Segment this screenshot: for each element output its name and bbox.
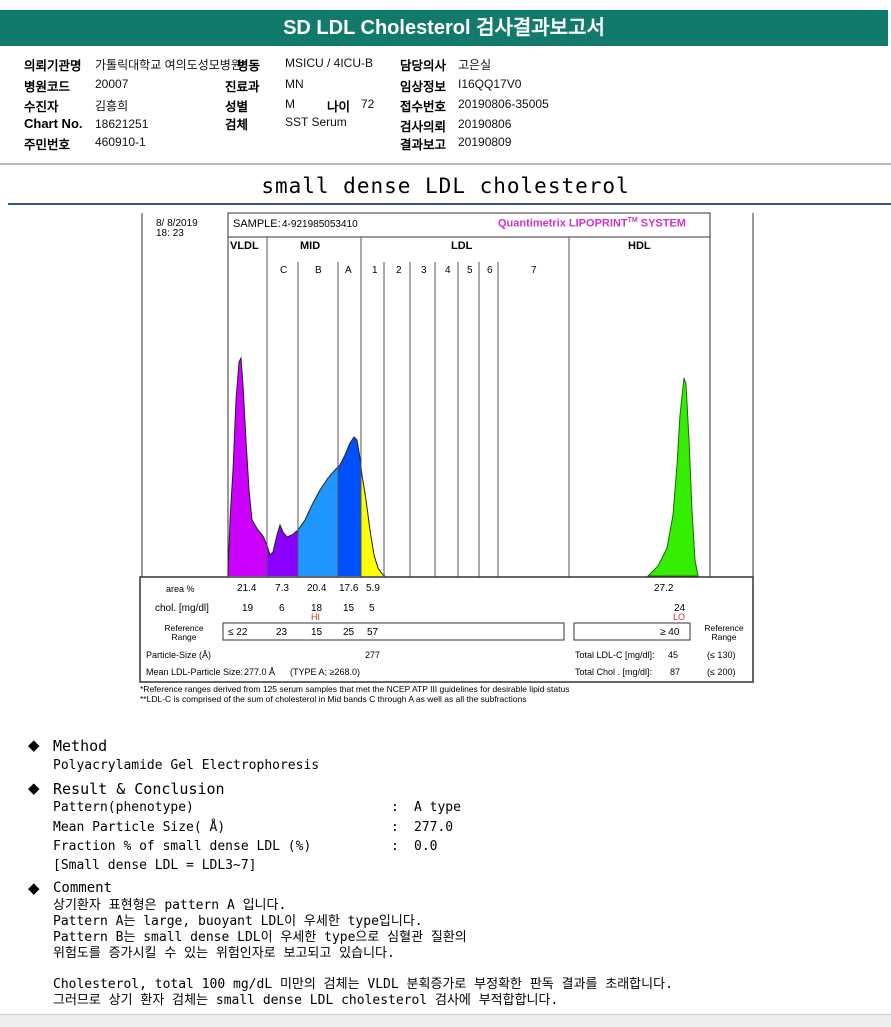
comment-line: 위험도를 증가시킬 수 있는 위험인자로 보고되고 있습니다. <box>53 946 395 961</box>
chol-value: 5 <box>369 603 375 614</box>
chol-value: 6 <box>279 603 285 614</box>
footnote-2: **LDL-C is comprised of the sum of chole… <box>140 694 527 704</box>
ref-label-right: Reference Range <box>704 623 744 642</box>
size-label: Particle-Size (Å) <box>146 650 212 660</box>
mean-type: (TYPE A; ≥268.0) <box>290 667 360 677</box>
comment-line: 그러므로 상기 환자 검체는 small dense LDL cholester… <box>53 993 559 1008</box>
comment-line: Pattern B는 small dense LDL이 우세한 type으로 심… <box>53 930 467 945</box>
result-separator: : <box>391 800 399 815</box>
chol-value: 15 <box>343 603 355 614</box>
ref-label: Reference Range <box>164 623 204 642</box>
area-value: 5.9 <box>366 583 380 594</box>
tchol-value: 87 <box>670 667 681 677</box>
result-value: 277.0 <box>414 819 454 835</box>
chol-label: chol. [mg/dl] <box>155 603 209 614</box>
comment-heading: Comment <box>53 880 113 896</box>
mean-value: 277.0 Å <box>244 667 276 677</box>
footnote-1: *Reference ranges derived from 125 serum… <box>140 684 570 694</box>
ref-value: 57 <box>367 627 379 638</box>
result-separator: : <box>391 819 399 835</box>
ref-value: 25 <box>343 627 355 638</box>
bullet-diamond-icon: ◆ <box>28 879 40 897</box>
area-value: 20.4 <box>307 583 327 594</box>
ldlc-value: 45 <box>668 650 679 660</box>
area-value: 7.3 <box>275 583 289 594</box>
chol-value: 19 <box>242 603 254 614</box>
ref-value: 15 <box>311 627 323 638</box>
comment-line: Cholesterol, total 100 mg/dL 미만의 검체는 VLD… <box>53 977 673 992</box>
result-label: Mean Particle Size( Å) <box>53 819 226 835</box>
ref-hdl: ≥ 40 <box>660 627 680 638</box>
result-label: Fraction % of small dense LDL (%) <box>53 839 312 854</box>
ldlc-ref: (≤ 130) <box>707 650 736 660</box>
method-heading: Method <box>53 737 108 755</box>
flag-lo: LO <box>673 612 686 622</box>
bullet-diamond-icon: ◆ <box>28 779 40 797</box>
method-text: Polyacrylamide Gel Electrophoresis <box>53 758 320 773</box>
ldlc-label: Total LDL-C [mg/dl]: <box>575 650 655 660</box>
result-value: 0.0 <box>414 839 438 854</box>
area-hdl: 27.2 <box>654 583 674 594</box>
tchol-ref: (≤ 200) <box>707 667 736 677</box>
bullet-diamond-icon: ◆ <box>28 736 40 754</box>
mean-label: Mean LDL-Particle Size: <box>146 667 244 677</box>
area-value: 17.6 <box>339 583 359 594</box>
ref-value: ≤ 22 <box>228 627 248 638</box>
results-table-frame <box>139 576 754 683</box>
ref-value: 23 <box>276 627 288 638</box>
area-label: area % <box>166 584 195 594</box>
page-bottom-bar <box>0 1014 891 1027</box>
result-value: A type <box>414 800 461 815</box>
comment-line: Pattern A는 large, buoyant LDL이 우세한 type입… <box>53 914 423 929</box>
flag-hi: HI <box>311 612 320 622</box>
result-heading: Result & Conclusion <box>53 780 225 798</box>
result-separator: : <box>391 839 399 854</box>
size-value: 277 <box>365 650 381 660</box>
result-note: [Small dense LDL = LDL3~7] <box>53 858 257 873</box>
tchol-label: Total Chol . [mg/dl]: <box>575 667 653 677</box>
result-label: Pattern(phenotype) <box>53 800 194 815</box>
area-value: 21.4 <box>237 583 257 594</box>
comment-line: 상기환자 표현형은 pattern A 입니다. <box>53 898 287 913</box>
